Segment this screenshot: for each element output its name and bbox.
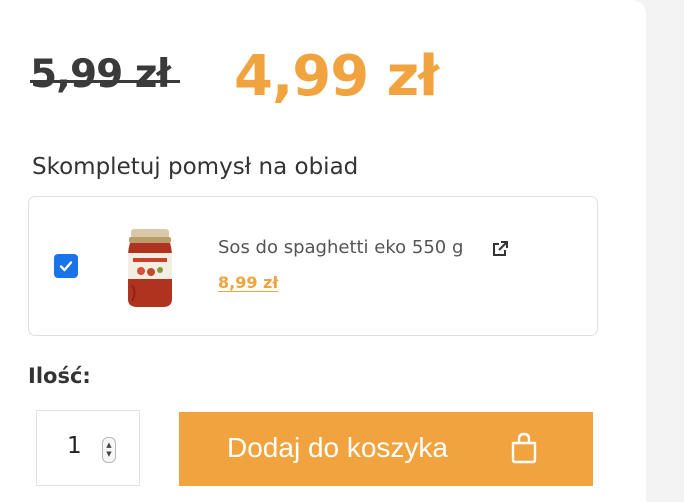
product-purchase-panel: 5,99 zł 4,99 zł Skompletuj pomysł na obi…: [0, 0, 646, 502]
quantity-label: Ilość:: [28, 364, 91, 388]
external-link-icon[interactable]: [491, 240, 509, 258]
chevron-up-icon[interactable]: ▲: [106, 441, 111, 450]
quantity-value[interactable]: 1: [67, 433, 82, 459]
sauce-jar-icon[interactable]: [123, 227, 177, 309]
current-price: 4,99 zł: [234, 44, 439, 109]
old-price: 5,99 zł: [30, 52, 171, 97]
bundle-item-name[interactable]: Sos do spaghetti eko 550 g: [218, 237, 463, 258]
bundle-section-title: Skompletuj pomysł na obiad: [32, 154, 359, 180]
bundle-item-price[interactable]: 8,99 zł: [218, 273, 278, 292]
bundle-item-checkbox[interactable]: [54, 254, 78, 278]
bundle-item-card: Sos do spaghetti eko 550 g 8,99 zł: [28, 196, 598, 336]
add-to-cart-label: Dodaj do koszyka: [227, 432, 449, 463]
quantity-spinner[interactable]: ▲ ▼: [102, 437, 116, 463]
add-to-cart-button[interactable]: Dodaj do koszyka: [179, 412, 593, 486]
quantity-stepper[interactable]: 1 ▲ ▼: [36, 410, 140, 486]
chevron-down-icon[interactable]: ▼: [106, 450, 111, 459]
checkmark-icon: [59, 261, 73, 272]
old-price-strikethrough: [30, 80, 180, 83]
shopping-bag-icon: [511, 432, 537, 464]
